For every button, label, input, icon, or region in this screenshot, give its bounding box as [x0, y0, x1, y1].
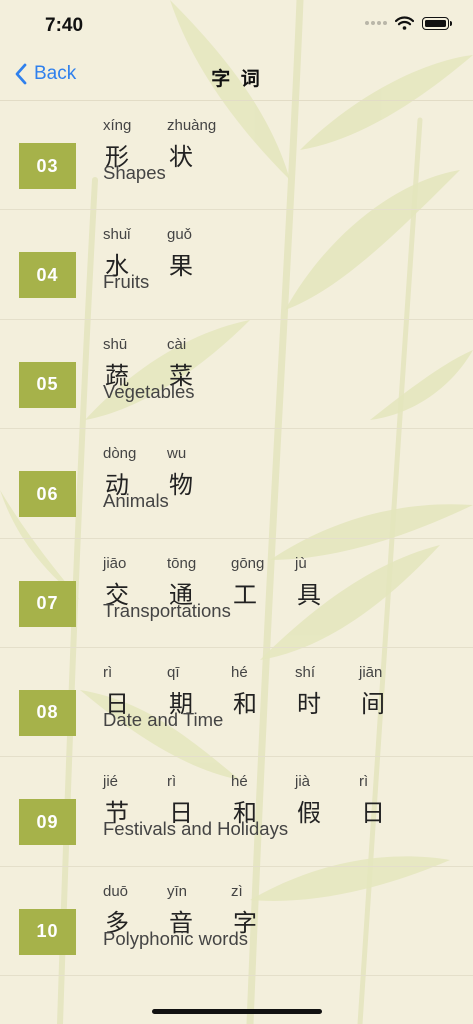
lesson-number-badge: 03 — [19, 143, 76, 189]
english-label: Festivals and Holidays — [103, 818, 289, 840]
hanzi-character: 时 — [297, 689, 321, 718]
hanzi-character: 具 — [297, 580, 321, 609]
pinyin-label: qī — [167, 663, 180, 681]
pinyin-label: jié — [103, 773, 119, 791]
pinyin-label: jiān — [359, 663, 383, 681]
hanzi-character: 假 — [297, 799, 321, 828]
home-indicator[interactable] — [152, 1009, 322, 1014]
lesson-row-08[interactable]: 08 rì 日 qī 期 hé 和 shí 时 jiān 间 Date and Time — [0, 648, 473, 758]
status-time: 7:40 — [45, 15, 84, 36]
pinyin-label: wu — [167, 445, 187, 463]
pinyin-label: rì — [359, 773, 369, 791]
pinyin-label: rì — [167, 773, 177, 791]
pinyin-label: guǒ — [167, 226, 193, 244]
english-label: Transportations — [103, 599, 231, 621]
pinyin-label: shū — [103, 335, 128, 353]
pinyin-label: zhuàng — [167, 117, 217, 134]
hanzi-character: 工 — [233, 580, 257, 609]
status-bar: 7:40 — [0, 0, 473, 50]
pinyin-label: hé — [231, 663, 248, 681]
lesson-number-badge: 07 — [19, 580, 76, 627]
lesson-number-badge: 10 — [19, 908, 76, 955]
lesson-list: 03 xíng 形 zhuàng 状 Shapes 04 shuǐ 水 guǒ 果 Fruits 05 s… — [0, 101, 473, 977]
hanzi-character: 间 — [361, 689, 385, 718]
pinyin-label: jù — [295, 554, 307, 572]
hanzi-character: 状 — [169, 143, 193, 171]
lesson-row-04[interactable]: 04 shuǐ 水 guǒ 果 Fruits — [0, 210, 473, 320]
navigation-bar: Back 字 词 — [0, 50, 473, 101]
pinyin-label: gōng — [231, 554, 265, 572]
pinyin-label: jiāo — [103, 554, 127, 572]
hanzi-character: 日 — [361, 799, 385, 828]
lesson-row-05[interactable]: 05 shū 蔬 cài 菜 Vegetables — [0, 320, 473, 430]
page-title: 字 词 — [211, 68, 262, 90]
battery-icon — [422, 16, 452, 30]
pinyin-label: duō — [103, 882, 129, 900]
pinyin-label: shí — [295, 663, 316, 681]
lesson-number-badge: 05 — [19, 361, 76, 408]
hanzi-character: 果 — [169, 252, 193, 281]
pinyin-label: zì — [231, 882, 243, 900]
pinyin-label: rì — [103, 663, 113, 681]
wifi-icon — [395, 16, 414, 30]
english-label: Fruits — [103, 271, 150, 293]
lesson-row-03[interactable]: 03 xíng 形 zhuàng 状 Shapes — [0, 101, 473, 211]
lesson-number-badge: 04 — [19, 252, 76, 299]
pinyin-label: xíng — [103, 117, 132, 134]
pinyin-label: jià — [295, 773, 311, 791]
hanzi-character: 和 — [233, 689, 257, 718]
pinyin-label: shuǐ — [103, 226, 131, 244]
lesson-number-badge: 09 — [19, 799, 76, 846]
pinyin-label: yīn — [167, 882, 188, 900]
pinyin-label: hé — [231, 773, 248, 791]
english-label: Polyphonic words — [103, 927, 248, 949]
english-label: Date and Time — [103, 708, 224, 730]
hanzi-character: 物 — [169, 471, 193, 500]
signal-dots-icon — [365, 21, 387, 25]
lesson-row-07[interactable]: 07 jiāo 交 tōng 通 gōng 工 jù 具 Transportations — [0, 539, 473, 648]
lesson-number-badge: 08 — [19, 689, 76, 736]
pinyin-label: cài — [167, 335, 187, 353]
status-icons — [365, 16, 452, 30]
lesson-row-10[interactable]: 10 duō 多 yīn 音 zì 字 Polyphonic words — [0, 867, 473, 977]
lesson-number-badge: 06 — [19, 471, 76, 518]
lesson-row-06[interactable]: 06 dòng 动 wu 物 Animals — [0, 429, 473, 539]
english-label: Animals — [103, 490, 169, 512]
english-label: Vegetables — [103, 380, 195, 402]
pinyin-label: tōng — [167, 554, 197, 572]
english-label: Shapes — [103, 162, 166, 183]
lesson-row-09[interactable]: 09 jié 节 rì 日 hé 和 jià 假 rì 日 Festivals and Holiday… — [0, 757, 473, 867]
pinyin-label: dòng — [103, 445, 137, 463]
